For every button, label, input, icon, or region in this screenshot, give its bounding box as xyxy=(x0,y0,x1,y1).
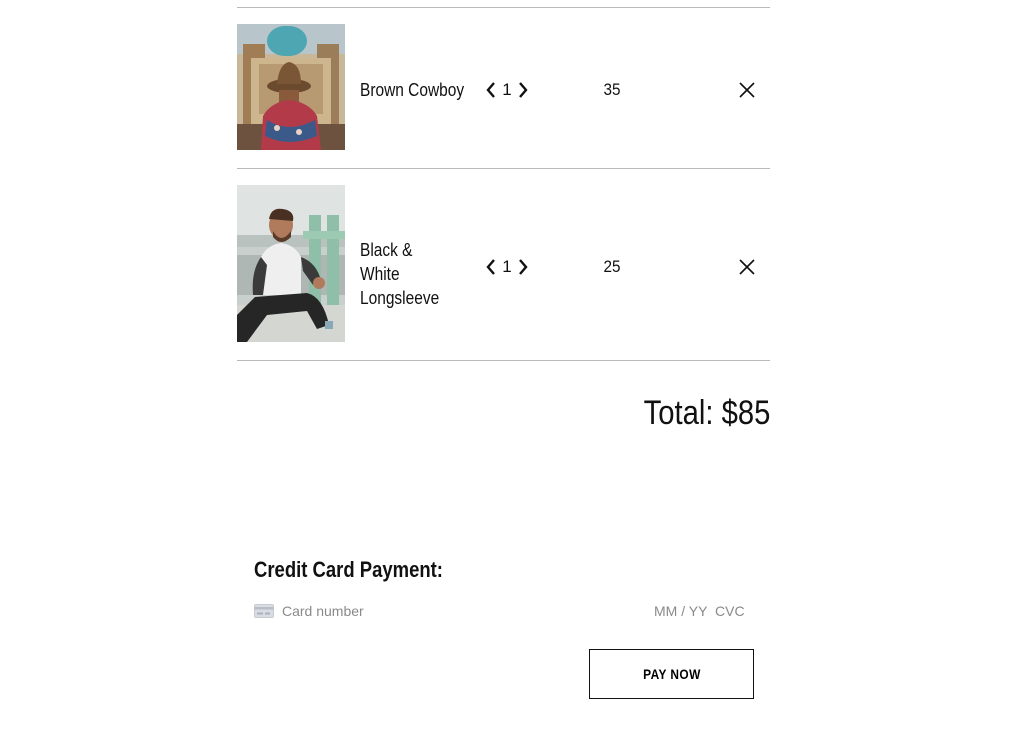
quantity-value: 1 xyxy=(502,80,512,99)
chevron-left-icon[interactable] xyxy=(482,80,500,100)
cart-list: Brown Cowboy 1 35 Black & White Longslee… xyxy=(237,7,770,361)
chevron-right-icon[interactable] xyxy=(514,80,532,100)
quantity-value: 1 xyxy=(502,257,512,276)
cowboy-photo xyxy=(237,24,345,150)
quantity-stepper: 1 xyxy=(482,257,532,277)
product-name: Black & White Longsleeve xyxy=(360,240,440,308)
pay-now-button[interactable]: PAY NOW xyxy=(589,649,754,699)
card-input-row xyxy=(254,601,751,623)
quantity-stepper: 1 xyxy=(482,80,532,100)
credit-card-icon xyxy=(254,604,274,618)
cart-item: Brown Cowboy 1 35 xyxy=(237,8,770,168)
chevron-right-icon[interactable] xyxy=(514,257,532,277)
payment-title: Credit Card Payment: xyxy=(254,557,443,582)
card-number-input[interactable] xyxy=(282,601,542,621)
close-icon[interactable] xyxy=(737,257,757,277)
product-name: Brown Cowboy xyxy=(360,80,465,100)
item-price: 35 xyxy=(603,80,621,99)
divider xyxy=(237,360,770,361)
close-icon[interactable] xyxy=(737,80,757,100)
chevron-left-icon[interactable] xyxy=(482,257,500,277)
product-image xyxy=(237,185,345,342)
pay-now-label: PAY NOW xyxy=(642,666,701,682)
expiry-input[interactable] xyxy=(654,601,710,621)
longsleeve-photo xyxy=(237,185,345,342)
cvc-input[interactable] xyxy=(715,601,751,621)
product-image xyxy=(237,24,345,150)
cart-item: Black & White Longsleeve 1 25 xyxy=(237,169,770,360)
item-price: 25 xyxy=(603,257,621,276)
cart-total: Total: $85 xyxy=(643,394,770,432)
